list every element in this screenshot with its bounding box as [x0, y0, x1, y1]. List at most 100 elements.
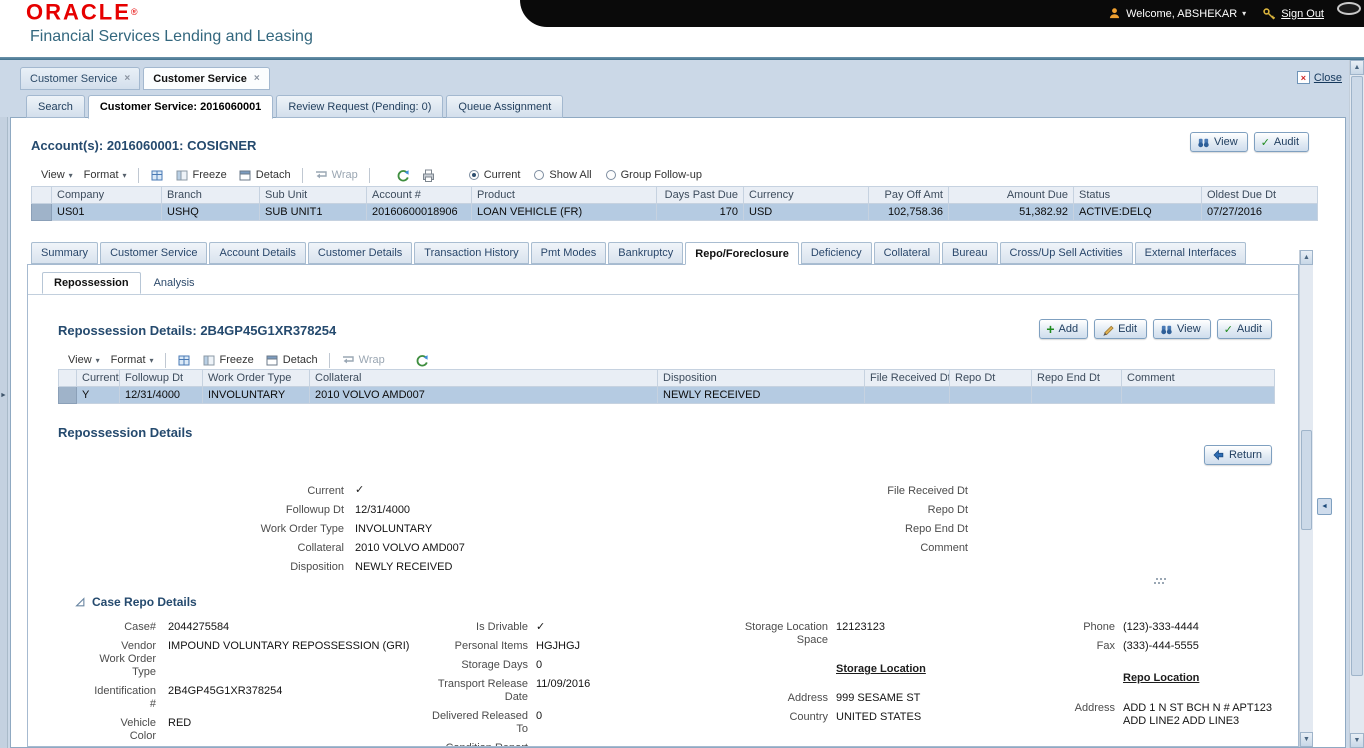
tab-cross-up-sell[interactable]: Cross/Up Sell Activities — [1000, 242, 1133, 264]
account-audit-button[interactable]: ✓ Audit — [1254, 132, 1309, 152]
tab-external-interfaces[interactable]: External Interfaces — [1135, 242, 1247, 264]
repossession-row[interactable]: Y 12/31/4000 INVOLUNTARY 2010 VOLVO AMD0… — [59, 387, 1275, 404]
cell-days-past-due[interactable]: 170 — [657, 204, 744, 221]
cell-company[interactable]: US01 — [52, 204, 162, 221]
format-menu[interactable]: Format ▾ — [111, 354, 154, 366]
cell-comment[interactable] — [1122, 387, 1275, 404]
account-row[interactable]: US01 USHQ SUB UNIT1 20160600018906 LOAN … — [32, 204, 1318, 221]
col-status[interactable]: Status — [1074, 187, 1202, 204]
tab-close-icon[interactable]: × — [124, 73, 130, 84]
tab-transaction-history[interactable]: Transaction History — [414, 242, 528, 264]
account-view-button[interactable]: View — [1190, 132, 1248, 152]
tab-customer-service[interactable]: Customer Service — [100, 242, 207, 264]
cell-disposition[interactable]: NEWLY RECEIVED — [658, 387, 865, 404]
col-sub-unit[interactable]: Sub Unit — [260, 187, 367, 204]
col-product[interactable]: Product — [472, 187, 657, 204]
col-repo-dt[interactable]: Repo Dt — [950, 370, 1032, 387]
freeze-button[interactable]: Freeze — [202, 353, 254, 367]
repo-view-button[interactable]: View — [1153, 319, 1211, 339]
col-branch[interactable]: Branch — [162, 187, 260, 204]
col-collateral[interactable]: Collateral — [310, 370, 658, 387]
close-workspace-link[interactable]: × Close — [1297, 71, 1342, 84]
repo-audit-button[interactable]: ✓ Audit — [1217, 319, 1272, 339]
col-followup-dt[interactable]: Followup Dt — [120, 370, 203, 387]
detach-button[interactable]: Detach — [265, 353, 318, 367]
tab-customer-details[interactable]: Customer Details — [308, 242, 412, 264]
page-scrollbar[interactable]: ▲ ▼ — [1349, 60, 1364, 748]
left-splitter[interactable]: ► — [0, 117, 8, 748]
row-gutter[interactable] — [59, 387, 77, 404]
radio-group-followup[interactable]: Group Follow-up — [606, 169, 702, 181]
print-icon[interactable] — [421, 168, 436, 183]
wrap-button[interactable]: Wrap — [341, 353, 385, 367]
cell-repo-dt[interactable] — [950, 387, 1032, 404]
tab-repo-foreclosure[interactable]: Repo/Foreclosure — [685, 242, 799, 265]
edit-button[interactable]: Edit — [1094, 319, 1147, 339]
return-button[interactable]: Return — [1204, 445, 1272, 465]
subtab-analysis[interactable]: Analysis — [143, 272, 206, 294]
radio-show-all[interactable]: Show All — [534, 169, 591, 181]
detail-scrollbar[interactable]: ▲ ▼ — [1299, 250, 1313, 747]
export-icon[interactable] — [150, 168, 164, 182]
workspace-tab-customer-service-2[interactable]: Customer Service × — [143, 67, 269, 90]
refresh-icon[interactable] — [414, 353, 429, 368]
cell-amount-due[interactable]: 51,382.92 — [949, 204, 1074, 221]
cell-account-number[interactable]: 20160600018906 — [367, 204, 472, 221]
cell-work-order-type[interactable]: INVOLUNTARY — [203, 387, 310, 404]
view-menu[interactable]: View ▾ — [41, 169, 73, 181]
tab-pmt-modes[interactable]: Pmt Modes — [531, 242, 607, 264]
detach-button[interactable]: Detach — [238, 168, 291, 182]
cell-pay-off-amt[interactable]: 102,758.36 — [869, 204, 949, 221]
col-company[interactable]: Company — [52, 187, 162, 204]
tab-close-icon[interactable]: × — [254, 73, 260, 84]
cell-sub-unit[interactable]: SUB UNIT1 — [260, 204, 367, 221]
col-amount-due[interactable]: Amount Due — [949, 187, 1074, 204]
tab-review-request[interactable]: Review Request (Pending: 0) — [276, 95, 443, 118]
subtab-repossession[interactable]: Repossession — [42, 272, 141, 294]
cell-current[interactable]: Y — [77, 387, 120, 404]
cell-collateral[interactable]: 2010 VOLVO AMD007 — [310, 387, 658, 404]
scrollbar-thumb[interactable] — [1301, 430, 1312, 530]
row-gutter[interactable] — [32, 204, 52, 221]
collapse-panel-button[interactable]: ◄ — [1317, 498, 1332, 515]
tab-bankruptcy[interactable]: Bankruptcy — [608, 242, 683, 264]
is-drivable-checkbox[interactable]: ✓ — [536, 621, 676, 634]
user-menu[interactable]: Welcome, ABSHEKAR ▾ — [1108, 7, 1246, 20]
scroll-down-button[interactable]: ▼ — [1300, 732, 1313, 747]
col-comment[interactable]: Comment — [1122, 370, 1275, 387]
tab-summary[interactable]: Summary — [31, 242, 98, 264]
col-oldest-due-dt[interactable]: Oldest Due Dt — [1202, 187, 1318, 204]
cell-currency[interactable]: USD — [744, 204, 869, 221]
cell-repo-end-dt[interactable] — [1032, 387, 1122, 404]
col-currency[interactable]: Currency — [744, 187, 869, 204]
col-pay-off-amt[interactable]: Pay Off Amt — [869, 187, 949, 204]
add-button[interactable]: + Add — [1039, 319, 1088, 339]
case-repo-details-header[interactable]: Case Repo Details — [74, 595, 197, 609]
col-days-past-due[interactable]: Days Past Due — [657, 187, 744, 204]
format-menu[interactable]: Format ▾ — [84, 169, 127, 181]
cell-followup-dt[interactable]: 12/31/4000 — [120, 387, 203, 404]
scroll-up-button[interactable]: ▲ — [1350, 60, 1364, 75]
workspace-tab-customer-service-1[interactable]: Customer Service × — [20, 67, 140, 90]
tab-bureau[interactable]: Bureau — [942, 242, 997, 264]
col-account-number[interactable]: Account # — [367, 187, 472, 204]
current-checkbox[interactable]: ✓ — [355, 484, 364, 497]
tab-account-details[interactable]: Account Details — [209, 242, 305, 264]
col-disposition[interactable]: Disposition — [658, 370, 865, 387]
resize-grip-icon[interactable] — [1154, 577, 1168, 585]
col-work-order-type[interactable]: Work Order Type — [203, 370, 310, 387]
cell-branch[interactable]: USHQ — [162, 204, 260, 221]
view-menu[interactable]: View ▾ — [68, 354, 100, 366]
wrap-button[interactable]: Wrap — [314, 168, 358, 182]
tab-customer-service-account[interactable]: Customer Service: 2016060001 — [88, 95, 273, 119]
freeze-button[interactable]: Freeze — [175, 168, 227, 182]
cell-oldest-due-dt[interactable]: 07/27/2016 — [1202, 204, 1318, 221]
cell-file-received-dt[interactable] — [865, 387, 950, 404]
cell-status[interactable]: ACTIVE:DELQ — [1074, 204, 1202, 221]
col-file-received-dt[interactable]: File Received Dt — [865, 370, 950, 387]
tab-search[interactable]: Search — [26, 95, 85, 118]
export-icon[interactable] — [177, 353, 191, 367]
tab-deficiency[interactable]: Deficiency — [801, 242, 872, 264]
scroll-down-button[interactable]: ▼ — [1350, 733, 1364, 748]
radio-current[interactable]: Current — [469, 169, 521, 181]
